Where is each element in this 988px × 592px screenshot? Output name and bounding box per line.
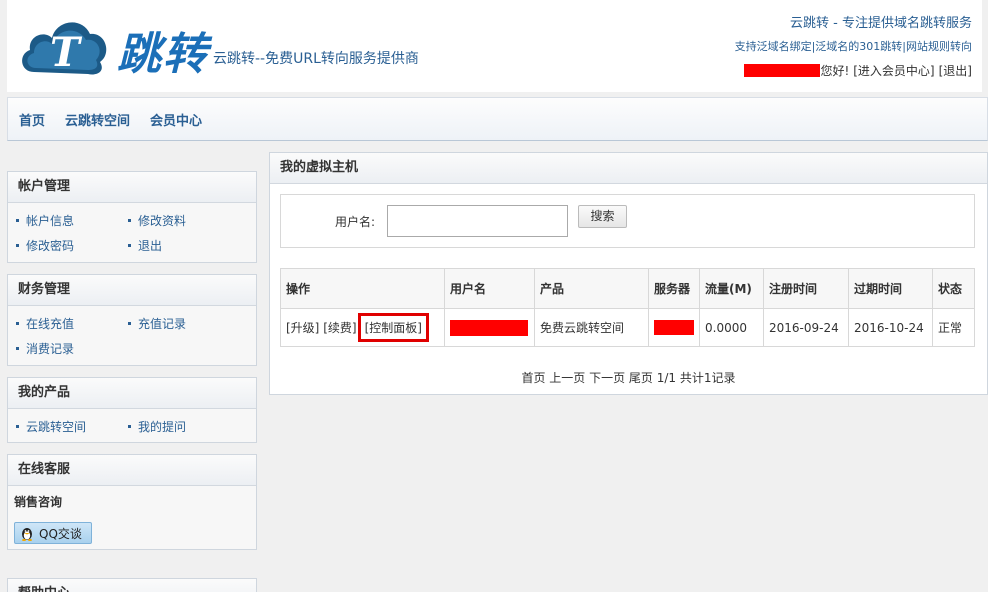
sidebar-item-consumption-history[interactable]: 消费记录 [16,337,128,362]
sidebar-item-jump-space[interactable]: 云跳转空间 [16,415,128,440]
sidebar-help-title: 帮助中心 [8,579,256,592]
upgrade-link[interactable]: [升级] [286,321,319,335]
sidebar-item-my-questions[interactable]: 我的提问 [128,415,240,440]
bullet-icon [16,219,19,222]
bullet-icon [128,322,131,325]
sidebar-account: 帐户管理 帐户信息 修改资料 修改密码 退出 [7,171,257,263]
bullet-icon [16,347,19,350]
product-cell: 免费云跳转空间 [534,308,649,347]
sidebar-item-logout[interactable]: 退出 [128,234,240,259]
user-bar: 您好! [进入会员中心] [退出] [744,62,972,79]
pagination[interactable]: 首页 上一页 下一页 尾页 1/1 共计1记录 [270,369,987,386]
col-exp-date: 过期时间 [848,268,933,309]
bullet-icon [16,244,19,247]
col-username: 用户名 [444,268,535,309]
nav-member-center[interactable]: 会员中心 [150,110,202,129]
username-label: 用户名: [335,215,376,229]
sidebar-finance-title: 财务管理 [8,275,256,306]
panel-title: 我的虚拟主机 [270,153,987,184]
qq-chat-label: QQ交谈 [39,526,82,541]
bullet-icon [16,322,19,325]
sidebar-item-change-password[interactable]: 修改密码 [16,234,128,259]
logo-title: 跳转 [117,29,209,80]
site-tagline: 云跳转 - 专注提供域名跳转服务 [790,16,972,31]
reg-date-cell: 2016-09-24 [763,308,849,347]
greeting-text: 您好! [820,64,850,78]
redacted-host-username [450,319,528,336]
member-center-link[interactable]: [进入会员中心] [853,62,934,79]
nav-jump-space[interactable]: 云跳转空间 [65,110,130,129]
col-product: 产品 [534,268,649,309]
main-nav: 首页 云跳转空间 会员中心 [7,97,988,141]
bullet-icon [128,425,131,428]
site-header: T 跳转 云跳转--免费URL转向服务提供商 云跳转 - 专注提供域名跳转服务 … [7,0,982,92]
col-reg-date: 注册时间 [763,268,849,309]
qq-penguin-icon [22,528,32,541]
sidebar-support: 在线客服 销售咨询 QQ交谈 [7,454,257,550]
search-button[interactable]: 搜索 [578,205,627,228]
control-panel-link[interactable]: [控制面板] [365,321,422,335]
renew-link[interactable]: [续费] [323,321,356,335]
sidebar-products-title: 我的产品 [8,378,256,409]
cloud-logo-icon[interactable]: T [16,10,112,80]
sidebar-finance: 财务管理 在线充值 充值记录 消费记录 [7,274,257,366]
qq-chat-button[interactable]: QQ交谈 [14,522,92,544]
host-table: 操作 用户名 产品 服务器 流量(M) 注册时间 过期时间 状态 [升级] [续… [280,268,975,347]
sidebar-item-edit-profile[interactable]: 修改资料 [128,209,240,234]
bullet-icon [128,219,131,222]
nav-home[interactable]: 首页 [19,110,45,129]
search-area: 用户名: 搜索 [280,194,975,248]
site-features: 支持泛域名绑定|泛域名的301跳转|网站规则转向 [734,40,972,53]
redacted-server [654,320,694,335]
sidebar-help: 帮助中心 [7,578,257,592]
username-search-input[interactable] [387,205,568,237]
col-traffic: 流量(M) [699,268,764,309]
sidebar-item-online-recharge[interactable]: 在线充值 [16,312,128,337]
virtual-host-panel: 我的虚拟主机 用户名: 搜索 操作 用户名 产品 服务器 流量(M) 注册时间 … [269,152,988,395]
traffic-cell: 0.0000 [699,308,764,347]
sidebar-item-recharge-history[interactable]: 充值记录 [128,312,240,337]
logout-link[interactable]: [退出] [939,62,972,79]
bullet-icon [16,425,19,428]
sidebar-item-account-info[interactable]: 帐户信息 [16,209,128,234]
sidebar-account-title: 帐户管理 [8,172,256,203]
redacted-username [744,64,821,77]
sales-consult-label: 销售咨询 [14,495,63,509]
col-server: 服务器 [648,268,700,309]
svg-text:T: T [50,29,83,76]
server-cell [648,308,700,347]
exp-date-cell: 2016-10-24 [848,308,933,347]
status-cell: 正常 [932,308,975,347]
sidebar-support-title: 在线客服 [8,455,256,486]
sidebar-products: 我的产品 云跳转空间 我的提问 [7,377,257,443]
bullet-icon [128,244,131,247]
control-panel-highlight: [控制面板] [357,313,429,342]
col-operation: 操作 [280,268,445,309]
operation-cell: [升级] [续费] [控制面板] [280,308,445,347]
username-cell [444,308,535,347]
table-row: [升级] [续费] [控制面板] 免费云跳转空间 0.0000 2016-09-2… [280,308,975,347]
col-status: 状态 [932,268,975,309]
site-slogan: 云跳转--免费URL转向服务提供商 [213,51,419,67]
table-header-row: 操作 用户名 产品 服务器 流量(M) 注册时间 过期时间 状态 [280,268,975,309]
